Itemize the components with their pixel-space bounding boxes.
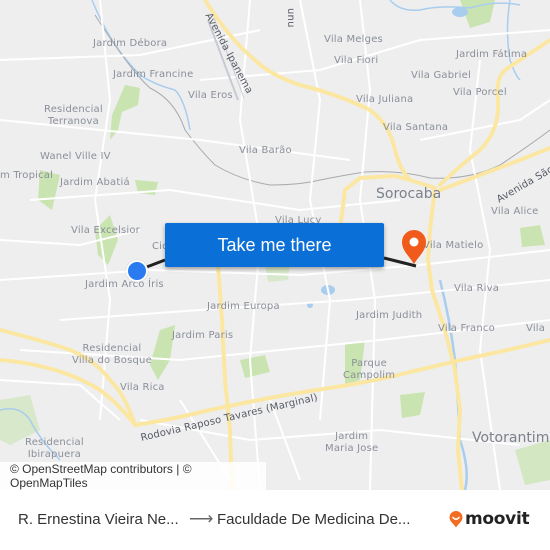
river (438, 279, 468, 490)
map-label: m Tropical (0, 170, 54, 181)
park (240, 355, 270, 378)
map-label: Residencial Ibirapuera (25, 437, 84, 460)
map-label: Vila Eros (188, 90, 233, 101)
map-label: Jardim Europa (207, 301, 280, 312)
road-east (438, 38, 550, 187)
park (520, 225, 545, 247)
lake (452, 7, 468, 17)
take-me-there-button[interactable]: Take me there (165, 223, 384, 267)
map-label: Jardim Judith (356, 310, 423, 321)
origin-name: R. Ernestina Vieira Ne... (18, 511, 179, 528)
map-label: Residencial Villa do Bosque (72, 343, 152, 366)
map-label: Vila Riva (454, 283, 500, 294)
road-label: unu (285, 8, 296, 28)
moovit-pin-icon (449, 510, 463, 527)
map-label: Jardim Maria Jose (325, 431, 379, 454)
destination-pin-icon[interactable] (399, 229, 429, 265)
city-label-sorocaba: Sorocaba (376, 186, 442, 202)
map-label: Residencial Terranova (44, 104, 103, 127)
arrow-right-icon: ⟶ (189, 509, 214, 528)
map-label: Vila Alice (491, 206, 539, 217)
map[interactable]: Jardim Débora Jardim Francine Vila Eros … (0, 0, 550, 490)
map-label: Jardim Débora (93, 38, 168, 49)
map-label: Jardim Paris (172, 330, 234, 341)
map-label: Vila (526, 323, 546, 334)
map-label: Vila Rica (120, 382, 165, 393)
map-label: Vila Gabriel (411, 70, 471, 81)
road-avenida-ipanema (203, 0, 412, 182)
map-label: Vila Juliana (356, 94, 414, 105)
map-attribution: © OpenStreetMap contributors | © OpenMap… (0, 462, 266, 490)
map-label: Vila Franco (438, 323, 495, 334)
map-label: Vila Porcel (453, 87, 507, 98)
park (515, 440, 550, 485)
moovit-wordmark: moovit (465, 509, 530, 529)
map-label: Vila Santana (383, 122, 449, 133)
map-label: Vila Melges (324, 34, 383, 45)
map-label: Wanel Ville IV (40, 151, 111, 162)
map-label: Vila Barão (239, 145, 292, 156)
map-label: Parque Campolim (343, 358, 396, 381)
city-label-votorantim: Votorantim (472, 430, 550, 446)
road-north-south (216, 263, 234, 490)
map-label: Jardim Fátima (456, 49, 528, 60)
map-label: Vila Matielo (423, 240, 484, 251)
park (400, 392, 425, 418)
moovit-logo[interactable]: moovit (449, 509, 530, 529)
map-label: Jardim Abatiá (60, 177, 130, 188)
origin-marker[interactable] (126, 260, 148, 282)
route-footer: R. Ernestina Vieira Ne... ⟶ Faculdade De… (0, 490, 550, 550)
map-label: Vila Excelsior (71, 225, 140, 236)
destination-name: Faculdade De Medicina De... (217, 511, 411, 528)
map-label: Vila Fiori (334, 55, 379, 66)
map-label: Jardim Francine (113, 69, 194, 80)
map-label: Jardim Arco Íris (85, 279, 164, 290)
